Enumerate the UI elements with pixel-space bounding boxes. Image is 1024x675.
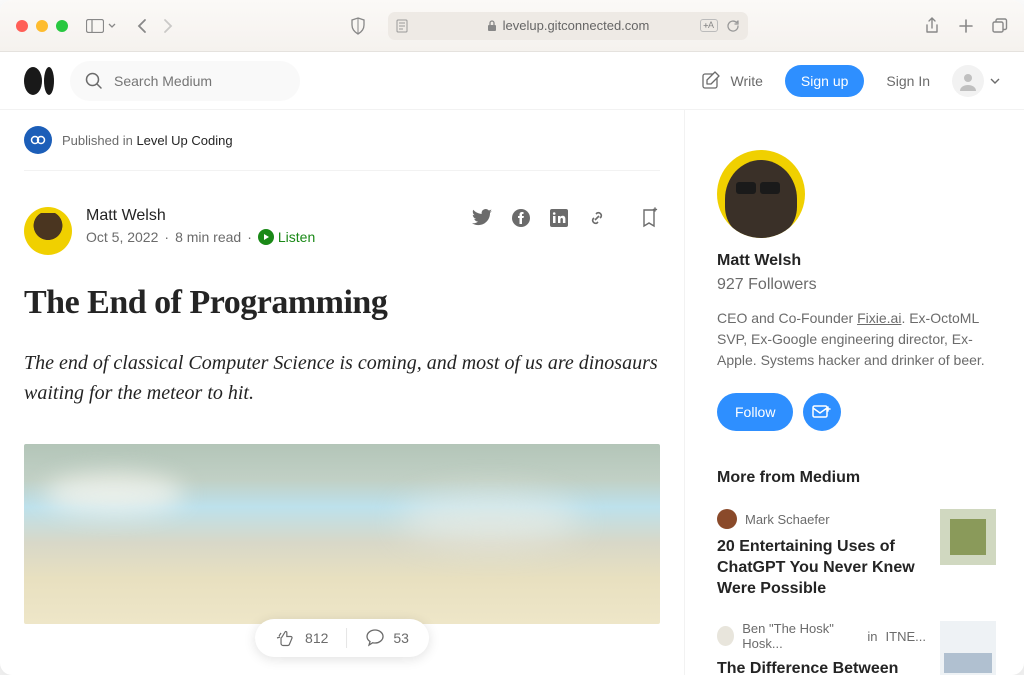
clap-count: 812 (305, 630, 328, 646)
clap-icon (275, 627, 297, 649)
mail-plus-icon (812, 404, 832, 420)
subscribe-button[interactable] (803, 393, 841, 431)
rec-thumbnail (940, 509, 996, 565)
rec-thumbnail (940, 621, 996, 675)
author-row: Matt Welsh Oct 5, 2022 · 8 min read · Li… (24, 171, 660, 255)
rec-title: 20 Entertaining Uses of ChatGPT You Neve… (717, 537, 926, 599)
translate-icon[interactable]: ᚐA (700, 19, 718, 32)
responses-button[interactable]: 53 (365, 628, 409, 648)
main-column: Published in Level Up Coding Matt Welsh … (0, 110, 684, 675)
publication-row: Published in Level Up Coding (24, 110, 660, 171)
new-tab-icon[interactable] (958, 18, 974, 34)
medium-logo[interactable] (24, 67, 54, 95)
author-name[interactable]: Matt Welsh (86, 207, 315, 225)
follow-button[interactable]: Follow (717, 393, 793, 431)
sidebar-toggle[interactable] (86, 19, 116, 33)
listen-button[interactable]: Listen (258, 229, 315, 245)
rec-author-avatar (717, 626, 734, 646)
browser-window: levelup.gitconnected.com ᚐA (0, 0, 1024, 675)
forward-button[interactable] (162, 18, 174, 34)
maximize-window[interactable] (56, 20, 68, 32)
bio-link[interactable]: Fixie.ai (857, 310, 901, 326)
rec-publication: ITNE... (886, 629, 926, 644)
url-text: levelup.gitconnected.com (503, 18, 650, 33)
hero-image (24, 444, 660, 624)
rec-author: Ben "The Hosk" Hosk... (742, 621, 859, 651)
recommendation-item[interactable]: Mark Schaefer 20 Entertaining Uses of Ch… (717, 509, 996, 599)
back-button[interactable] (136, 18, 148, 34)
facebook-icon[interactable] (512, 209, 530, 227)
clap-button[interactable]: 812 (275, 627, 328, 649)
share-bar (472, 207, 660, 229)
address-bar[interactable]: levelup.gitconnected.com ᚐA (388, 12, 748, 40)
write-link[interactable]: Write (701, 70, 763, 92)
more-from-medium-heading: More from Medium (717, 469, 996, 487)
sidebar: Matt Welsh 927 Followers CEO and Co-Foun… (684, 110, 1024, 675)
write-label: Write (731, 73, 763, 89)
publish-date: Oct 5, 2022 (86, 229, 158, 245)
author-avatar[interactable] (24, 207, 72, 255)
search-input[interactable] (114, 73, 286, 89)
comment-icon (365, 628, 385, 648)
write-icon (701, 70, 723, 92)
avatar-icon (952, 65, 984, 97)
chevron-down-icon (990, 77, 1000, 85)
play-icon (258, 229, 274, 245)
window-controls (16, 20, 68, 32)
floating-action-bar: 812 53 (255, 619, 429, 657)
sidebar-author-name[interactable]: Matt Welsh (717, 252, 996, 270)
signin-link[interactable]: Sign In (886, 73, 930, 89)
site-header: Write Sign up Sign In (0, 52, 1024, 110)
signup-button[interactable]: Sign up (785, 65, 864, 97)
response-count: 53 (393, 630, 409, 646)
reload-icon[interactable] (726, 19, 740, 33)
search-box[interactable] (70, 61, 300, 101)
minimize-window[interactable] (36, 20, 48, 32)
recommendation-item[interactable]: Ben "The Hosk" Hosk... in ITNE... The Di… (717, 621, 996, 675)
rec-byline: Ben "The Hosk" Hosk... in ITNE... (717, 621, 926, 651)
lock-icon (487, 20, 497, 32)
publication-text: Published in Level Up Coding (62, 133, 233, 148)
browser-toolbar: levelup.gitconnected.com ᚐA (0, 0, 1024, 52)
close-window[interactable] (16, 20, 28, 32)
twitter-icon[interactable] (472, 209, 492, 227)
divider (346, 628, 347, 648)
read-time: 8 min read (175, 229, 241, 245)
profile-menu[interactable] (952, 65, 1000, 97)
rec-title: The Difference Between The Clever Develo… (717, 659, 926, 675)
publication-badge[interactable] (24, 126, 52, 154)
rec-author-avatar (717, 509, 737, 529)
sidebar-author-avatar[interactable] (717, 150, 805, 238)
reader-mode-icon[interactable] (396, 19, 408, 33)
privacy-shield-icon[interactable] (350, 17, 366, 35)
search-icon (84, 71, 104, 91)
rec-author: Mark Schaefer (745, 512, 830, 527)
linkedin-icon[interactable] (550, 209, 568, 227)
rec-byline: Mark Schaefer (717, 509, 926, 529)
author-bio: CEO and Co-Founder Fixie.ai. Ex-OctoML S… (717, 308, 996, 371)
article-subtitle: The end of classical Computer Science is… (24, 348, 660, 408)
share-icon[interactable] (924, 17, 940, 35)
article-title: The End of Programming (24, 283, 660, 324)
follower-count[interactable]: 927 Followers (717, 276, 996, 294)
tabs-overview-icon[interactable] (992, 18, 1008, 34)
article-meta: Oct 5, 2022 · 8 min read · Listen (86, 229, 315, 245)
page-content: Published in Level Up Coding Matt Welsh … (0, 110, 1024, 675)
copy-link-icon[interactable] (588, 209, 606, 227)
bookmark-icon[interactable] (640, 207, 660, 229)
publication-link[interactable]: Level Up Coding (136, 133, 232, 148)
